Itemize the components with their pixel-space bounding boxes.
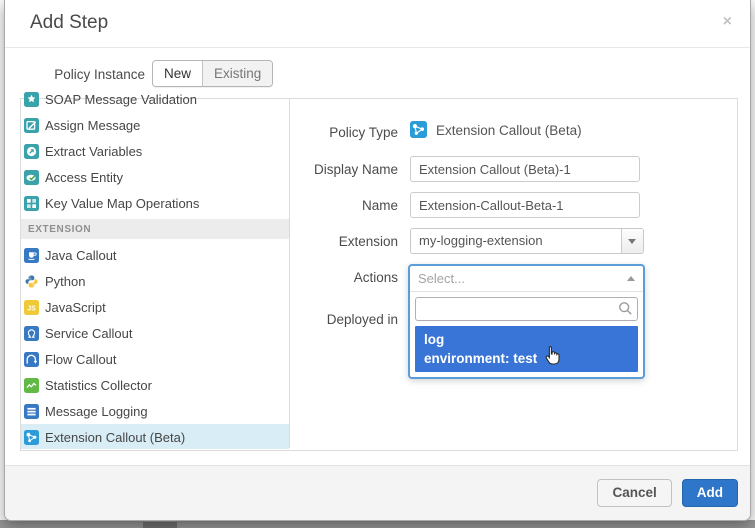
policy-item-label: Assign Message [45,118,140,133]
actions-option-log[interactable]: log environment: test [415,326,638,372]
policy-item-label: Java Callout [45,248,117,263]
add-step-modal: Add Step × Policy Instance New Existing … [4,0,751,521]
modal-title: Add Step [30,12,108,34]
policy-item-java-callout[interactable]: Java Callout [21,242,289,268]
policy-item-label: Message Logging [45,404,148,419]
policy-item-flow-callout[interactable]: Flow Callout [21,346,289,372]
chevron-down-icon [628,239,636,244]
display-name-label: Display Name [258,161,398,178]
java-callout-icon [24,248,39,263]
policy-section-header: EXTENSION [21,219,289,239]
policy-item-key-value-map-operations[interactable]: Key Value Map Operations [21,190,289,216]
policy-item-label: Python [45,274,85,289]
close-icon[interactable]: × [723,14,732,30]
actions-option-detail: environment: test [424,349,629,368]
assign-message-icon [24,118,39,133]
policy-item-access-entity[interactable]: Access Entity [21,164,289,190]
extension-select-value: my-logging-extension [419,233,543,248]
message-logging-icon [24,404,39,419]
svg-text:JS: JS [27,305,36,312]
name-input[interactable] [410,192,640,218]
extension-select[interactable]: my-logging-extension [410,228,644,254]
policy-item-assign-message[interactable]: Assign Message [21,112,289,138]
background-page-strip [0,520,755,528]
policy-item-label: JavaScript [45,300,106,315]
modal-header: Add Step × [5,0,750,48]
policy-item-label: Access Entity [45,170,123,185]
policy-item-label: Key Value Map Operations [45,196,199,211]
actions-dropdown: Select... log environment: test [408,264,645,379]
kvm-operations-icon [24,196,39,211]
policy-item-message-logging[interactable]: Message Logging [21,398,289,424]
policy-instance-label: Policy Instance [5,67,145,82]
flow-callout-icon [24,352,39,367]
policy-item-service-callout[interactable]: Service Callout [21,320,289,346]
display-name-input[interactable] [410,156,640,182]
policy-item-extension-callout-beta[interactable]: Extension Callout (Beta) [21,424,289,449]
actions-placeholder: Select... [418,271,465,286]
deployed-in-label: Deployed in [258,311,398,328]
background-page-element [143,522,177,528]
policy-item-label: Service Callout [45,326,132,341]
select-arrow-box [621,229,643,253]
policy-item-python[interactable]: Python [21,268,289,294]
chevron-up-icon [627,276,635,281]
policy-type-value: Extension Callout (Beta) [436,123,582,138]
policy-item-label: Extract Variables [45,144,142,159]
policy-item-soap-message-validation[interactable]: SOAP Message Validation [21,92,289,112]
statistics-collector-icon [24,378,39,393]
policy-type-label: Policy Type [258,124,398,141]
policy-list: SOAP Message Validation Assign Message Ext… [21,92,289,449]
access-entity-icon [24,170,39,185]
policy-item-label: Extension Callout (Beta) [45,430,185,445]
extension-label: Extension [258,233,398,250]
toggle-new-button[interactable]: New [153,61,203,86]
toggle-existing-button[interactable]: Existing [203,61,272,86]
search-icon [618,301,633,321]
policy-item-label: Flow Callout [45,352,117,367]
soap-validation-icon [24,92,39,107]
actions-search-input[interactable] [415,297,638,321]
extract-variables-icon [24,144,39,159]
cancel-button[interactable]: Cancel [597,479,671,507]
name-label: Name [258,197,398,214]
policy-item-label: Statistics Collector [45,378,152,393]
javascript-icon: JS [24,300,39,315]
actions-dropdown-panel: log environment: test [410,291,643,377]
policy-item-statistics-collector[interactable]: Statistics Collector [21,372,289,398]
actions-label: Actions [258,269,398,286]
extension-callout-icon [24,430,39,445]
extension-callout-icon [410,121,427,138]
add-button[interactable]: Add [682,479,738,507]
actions-dropdown-control[interactable]: Select... [410,266,643,291]
service-callout-icon [24,326,39,341]
policy-instance-toggle: New Existing [152,60,273,87]
policy-item-extract-variables[interactable]: Extract Variables [21,138,289,164]
policy-item-javascript[interactable]: JS JavaScript [21,294,289,320]
policy-item-label: SOAP Message Validation [45,92,197,107]
modal-footer: Cancel Add [5,465,750,520]
actions-option-name: log [424,330,629,349]
python-icon [24,274,39,289]
